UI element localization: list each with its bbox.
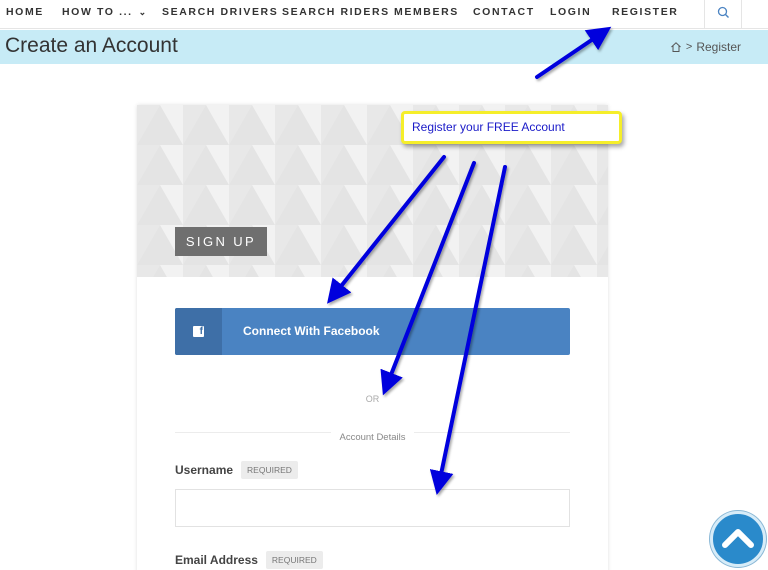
required-badge: REQUIRED — [265, 551, 323, 569]
nav-how-to-label: HOW TO ... — [62, 6, 133, 18]
nav-how-to[interactable]: HOW TO ... ⌄ — [62, 0, 146, 28]
page-title-bar: Create an Account > Register — [0, 30, 768, 64]
connect-facebook-button[interactable]: f Connect With Facebook — [175, 308, 570, 355]
chevron-up-icon — [722, 529, 754, 548]
annotation-callout: Register your FREE Account — [401, 111, 622, 144]
breadcrumb: > Register — [670, 40, 741, 54]
home-icon[interactable] — [670, 41, 682, 53]
nav-members[interactable]: MEMBERS — [394, 0, 459, 28]
scroll-to-top-button[interactable] — [710, 511, 766, 567]
required-badge: REQUIRED — [241, 461, 298, 479]
username-label: Username — [175, 463, 234, 477]
nav-search-riders[interactable]: SEARCH RIDERS — [282, 0, 390, 28]
or-divider: OR — [365, 394, 380, 404]
search-icon — [717, 6, 729, 18]
section-title: Account Details — [137, 427, 608, 445]
email-label: Email Address — [175, 553, 258, 567]
username-input[interactable] — [175, 489, 570, 527]
connect-facebook-label: Connect With Facebook — [243, 324, 380, 338]
email-label-row: Email Address REQUIRED — [175, 551, 323, 569]
chevron-down-icon: ⌄ — [138, 7, 147, 17]
signup-badge: SIGN UP — [175, 227, 267, 256]
top-navigation: HOME HOW TO ... ⌄ SEARCH DRIVERS SEARCH R… — [0, 0, 768, 29]
nav-contact[interactable]: CONTACT — [473, 0, 535, 28]
registration-card: SIGN UP f Connect With Facebook OR Accou… — [137, 105, 608, 570]
nav-login[interactable]: LOGIN — [550, 0, 591, 28]
facebook-icon: f — [193, 326, 204, 337]
search-button[interactable] — [704, 0, 742, 28]
nav-search-drivers[interactable]: SEARCH DRIVERS — [162, 0, 278, 28]
section-title-text: Account Details — [331, 432, 414, 443]
page-title: Create an Account — [5, 34, 178, 57]
username-label-row: Username REQUIRED — [175, 461, 298, 479]
breadcrumb-current: Register — [696, 40, 741, 54]
nav-register[interactable]: REGISTER — [612, 0, 678, 28]
breadcrumb-separator: > — [685, 41, 693, 53]
facebook-icon-block: f — [175, 308, 222, 355]
nav-home[interactable]: HOME — [6, 0, 44, 28]
